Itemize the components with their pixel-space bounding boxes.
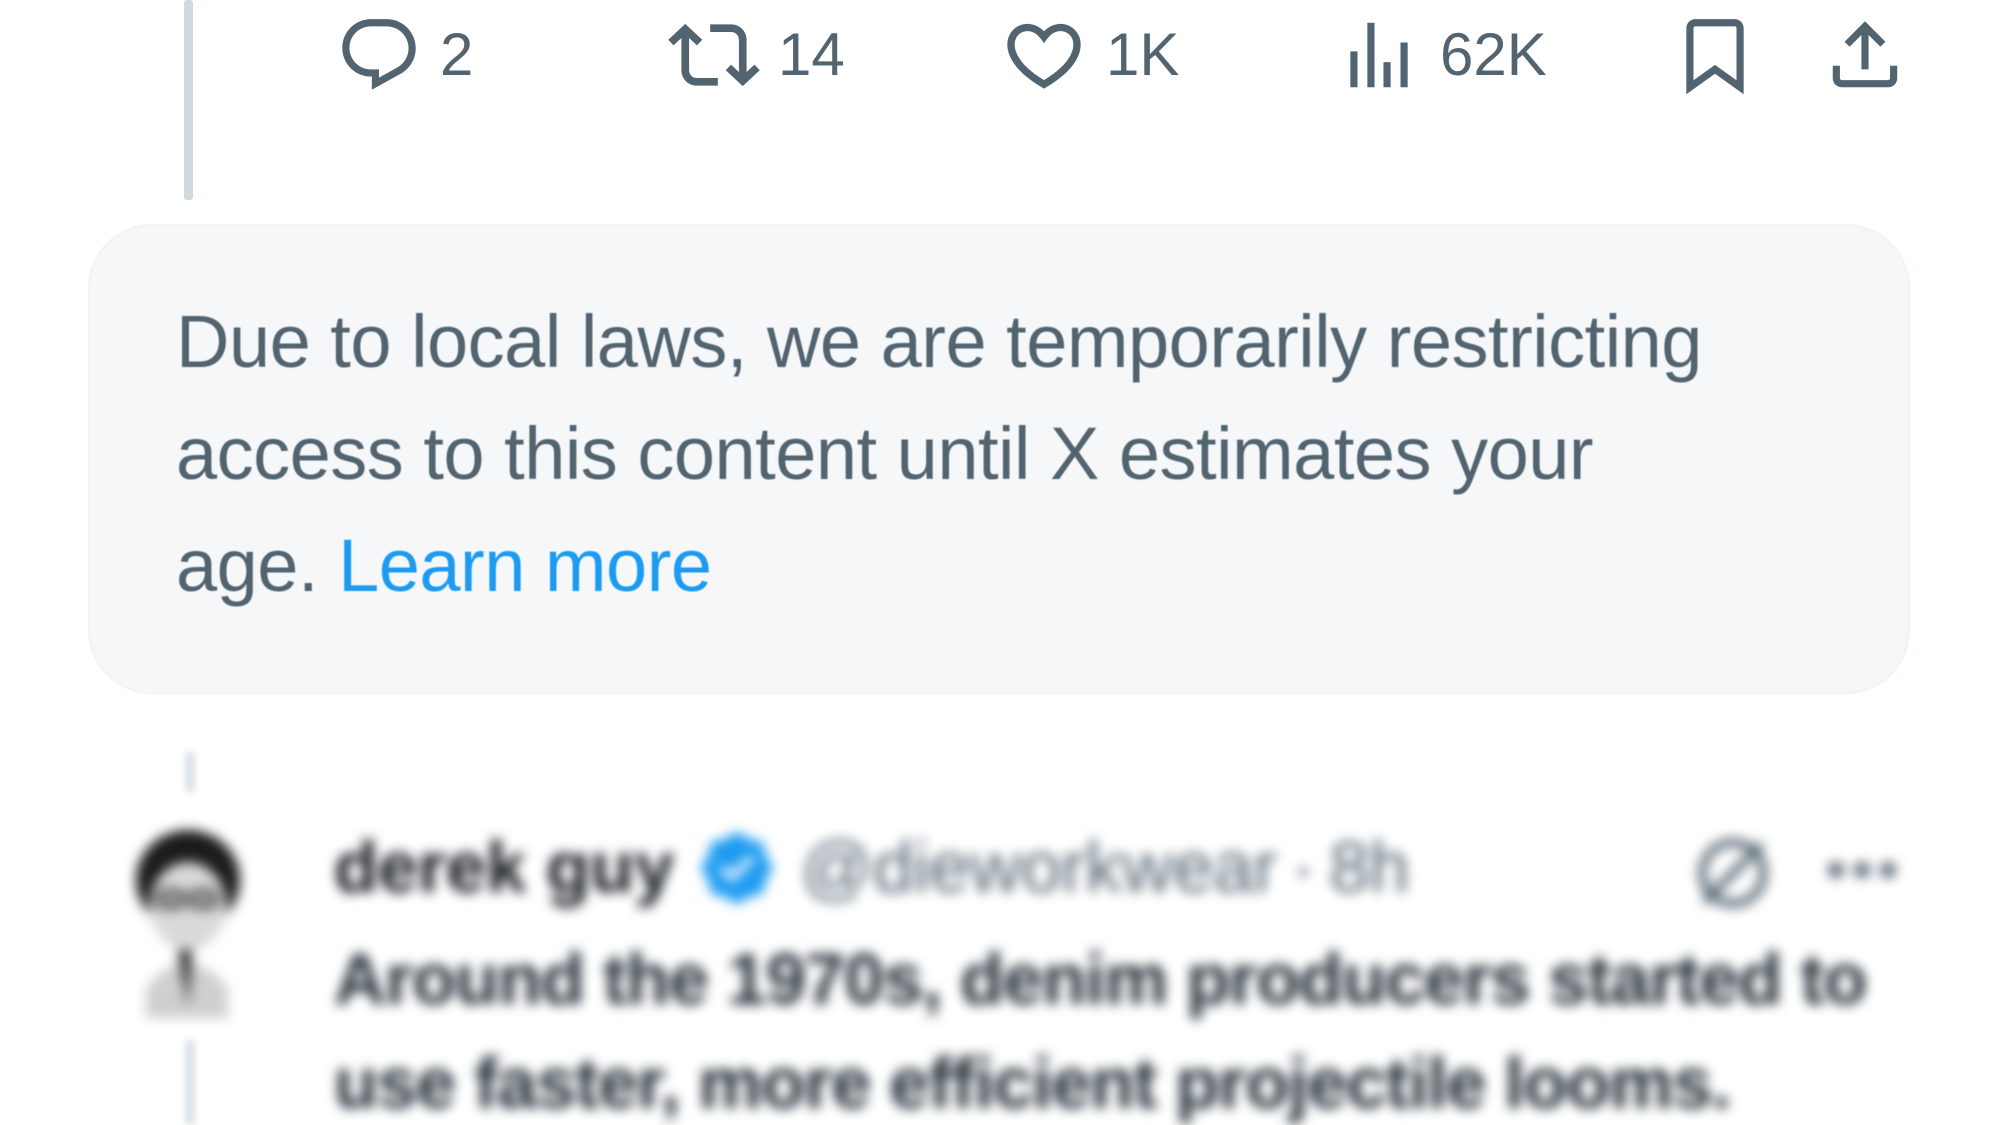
bookmark-icon (1686, 19, 1744, 95)
tweet-thread-view: 2 14 1K 62K Due to local laws, we are te… (0, 0, 2000, 1125)
repost-button[interactable]: 14 (668, 10, 845, 100)
grok-icon[interactable] (1690, 830, 1776, 916)
notice-text: Due to local laws, we are temporarily re… (176, 286, 1736, 622)
tweet-action-bar: 2 14 1K 62K (0, 0, 2000, 110)
reply-count: 2 (440, 21, 474, 88)
author-handle[interactable]: @dieworkwear (800, 827, 1277, 909)
like-icon (1007, 23, 1081, 89)
author-name[interactable]: derek guy (334, 827, 674, 909)
thread-connector-line (186, 1040, 194, 1125)
repost-icon (668, 23, 760, 87)
views-button[interactable]: 62K (1336, 10, 1547, 100)
reply-body-text: Around the 1970s, denim producers starte… (334, 940, 1867, 1124)
like-count: 1K (1106, 21, 1180, 88)
views-count: 62K (1440, 21, 1547, 88)
reply-header: derek guy @dieworkwear · 8h (334, 818, 1409, 918)
post-time[interactable]: 8h (1329, 827, 1409, 909)
reply-button[interactable]: 2 (336, 10, 473, 100)
verified-icon (702, 832, 773, 904)
views-icon (1350, 22, 1408, 88)
learn-more-link[interactable]: Learn more (338, 524, 712, 607)
avatar[interactable] (116, 818, 256, 1018)
like-button[interactable]: 1K (1000, 10, 1179, 100)
bookmark-button[interactable] (1672, 10, 1758, 100)
repost-count: 14 (778, 21, 845, 88)
reply-icon (342, 19, 416, 90)
header-separator: · (1291, 828, 1316, 908)
age-restriction-notice: Due to local laws, we are temporarily re… (88, 224, 1910, 694)
thread-connector-line (186, 752, 194, 792)
share-icon (1832, 21, 1898, 88)
share-button[interactable] (1822, 10, 1908, 100)
reply-tweet[interactable]: derek guy @dieworkwear · 8h Around the 1… (0, 790, 2000, 1125)
more-icon[interactable] (1822, 850, 1902, 890)
